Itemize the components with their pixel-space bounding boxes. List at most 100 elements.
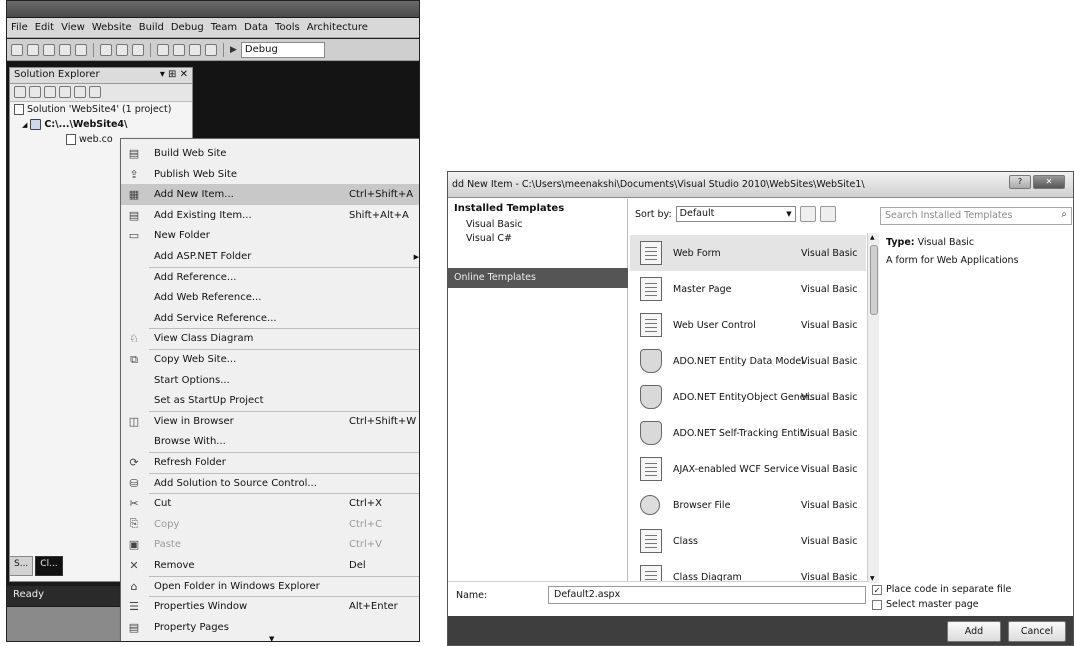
select-master-option[interactable]: Select master page: [872, 597, 1011, 612]
tree-solution[interactable]: Solution 'WebSite4' (1 project): [10, 102, 192, 117]
menu-item-open-folder-in-windows-explorer[interactable]: ⌂ Open Folder in Windows Explorer: [121, 576, 419, 597]
menu-item-properties-window[interactable]: ☰ Properties Window Alt+Enter: [121, 596, 419, 617]
open-file-icon[interactable]: [43, 43, 55, 56]
menu-item-publish-web-site[interactable]: ⇪ Publish Web Site: [121, 164, 419, 185]
menu-item-label: Start Options...: [154, 374, 230, 386]
menu-item-refresh-folder[interactable]: ⟳ Refresh Folder: [121, 452, 419, 473]
place-code-checkbox[interactable]: ✓: [872, 584, 882, 595]
menu-item-remove[interactable]: ✕ Remove Del: [121, 555, 419, 576]
properties-toolbar-icon[interactable]: [14, 86, 26, 98]
sort-by-value: Default: [679, 208, 715, 219]
menu-item-new-folder[interactable]: ▭ New Folder: [121, 225, 419, 246]
menu-item-add-reference[interactable]: Add Reference...: [121, 267, 419, 288]
add-item-icon[interactable]: [27, 43, 39, 56]
redo-icon[interactable]: [173, 43, 185, 56]
save-all-icon[interactable]: [75, 43, 87, 56]
menu-item-paste[interactable]: ▣ Paste Ctrl+V: [121, 534, 419, 555]
menu-debug[interactable]: Debug: [171, 22, 204, 33]
scroll-down-icon[interactable]: ▼: [870, 575, 875, 582]
tab-class-view[interactable]: Cl...: [35, 556, 63, 576]
list-view-icon[interactable]: [799, 206, 816, 222]
menu-website[interactable]: Website: [92, 22, 132, 33]
copy-toolbar-icon[interactable]: [116, 43, 128, 56]
menu-item-label: Add ASP.NET Folder: [154, 251, 252, 262]
select-master-checkbox[interactable]: [872, 599, 882, 610]
template-item-master-page[interactable]: Master Page Visual Basic: [630, 271, 866, 307]
nest-files-icon[interactable]: [59, 86, 71, 98]
template-item-ado-net-entityobject-gener[interactable]: ADO.NET EntityObject Gener... Visual Basi…: [630, 379, 866, 415]
menu-item-start-options[interactable]: Start Options...: [121, 370, 419, 391]
scroll-thumb[interactable]: [870, 245, 878, 315]
tree-project[interactable]: ◢ C:\...\WebSite4\: [10, 117, 192, 132]
new-project-icon[interactable]: [11, 43, 23, 56]
help-button-icon[interactable]: ?: [1009, 175, 1031, 189]
lang-visual-basic[interactable]: Visual Basic: [448, 219, 627, 233]
cut-toolbar-icon[interactable]: [100, 43, 112, 56]
panel-pin-close-icon[interactable]: ▾ ⊞ ✕: [160, 69, 188, 82]
menu-item-shortcut: Del: [349, 560, 366, 571]
menu-item-add-service-reference[interactable]: Add Service Reference...: [121, 308, 419, 329]
refresh-toolbar-icon[interactable]: [44, 86, 56, 98]
menu-item-copy-web-site[interactable]: ⧉ Copy Web Site...: [121, 349, 419, 370]
scroll-up-icon[interactable]: ▲: [870, 234, 875, 241]
menu-scroll-down-icon[interactable]: ▼: [269, 635, 274, 641]
menu-item-copy[interactable]: ⎘ Copy Ctrl+C: [121, 514, 419, 535]
template-item-ajax-enabled-wcf-service[interactable]: AJAX-enabled WCF Service Visual Basic: [630, 451, 866, 487]
start-debug-icon[interactable]: ▶: [230, 45, 237, 55]
menu-item-add-asp-net-folder[interactable]: Add ASP.NET Folder ▶: [121, 246, 419, 267]
menu-file[interactable]: File: [11, 22, 28, 33]
menu-team[interactable]: Team: [211, 22, 237, 33]
templates-scrollbar[interactable]: ▲ ▼: [867, 233, 879, 583]
web-config-icon[interactable]: [89, 86, 101, 98]
lang-visual-csharp[interactable]: Visual C#: [448, 233, 627, 247]
menu-item-view-class-diagram[interactable]: ♘ View Class Diagram: [121, 328, 419, 349]
search-templates-input[interactable]: Search Installed Templates ⌕: [880, 207, 1072, 225]
online-templates-item[interactable]: Online Templates: [448, 268, 628, 288]
undo-icon[interactable]: [157, 43, 169, 56]
search-icon[interactable]: ⌕: [1061, 209, 1067, 220]
menu-item-add-new-item[interactable]: ▦ Add New Item... Ctrl+Shift+A: [121, 184, 419, 206]
menu-item-cut[interactable]: ✂ Cut Ctrl+X: [121, 493, 419, 514]
installed-templates-heading[interactable]: Installed Templates: [448, 199, 627, 219]
file-label: web.co: [79, 134, 113, 145]
menu-architecture[interactable]: Architecture: [307, 22, 368, 33]
show-all-files-icon[interactable]: [29, 86, 41, 98]
save-icon[interactable]: [59, 43, 71, 56]
solution-explorer-title: Solution Explorer: [14, 69, 100, 80]
menu-item-add-solution-to-source-control[interactable]: ⛁ Add Solution to Source Control...: [121, 473, 419, 494]
menu-build[interactable]: Build: [139, 22, 164, 33]
menu-item-add-existing-item[interactable]: ▤ Add Existing Item... Shift+Alt+A: [121, 205, 419, 226]
sort-by-select[interactable]: Default ▼: [675, 206, 796, 222]
add-button[interactable]: Add: [947, 621, 1001, 642]
close-icon[interactable]: ✕: [1033, 175, 1065, 189]
tab-solution-explorer[interactable]: S...: [9, 556, 34, 576]
view-designer-icon[interactable]: [74, 86, 86, 98]
template-item-ado-net-entity-data-model[interactable]: ADO.NET Entity Data Model Visual Basic: [630, 343, 866, 379]
menu-item-label: Refresh Folder: [154, 457, 226, 468]
menu-edit[interactable]: Edit: [35, 22, 54, 33]
menu-item-browse-with[interactable]: Browse With...: [121, 431, 419, 452]
menu-data[interactable]: Data: [244, 22, 268, 33]
menu-view[interactable]: View: [61, 22, 85, 33]
template-item-web-form[interactable]: Web Form Visual Basic: [630, 235, 866, 271]
place-code-option[interactable]: ✓ Place code in separate file: [872, 582, 1011, 597]
navigate-back-icon[interactable]: [189, 43, 201, 56]
collapse-arrow-icon[interactable]: ◢: [22, 121, 27, 129]
name-row: Name: Default2.aspx: [448, 581, 868, 609]
template-item-browser-file[interactable]: Browser File Visual Basic: [630, 487, 866, 523]
menu-item-label: Paste: [154, 539, 181, 551]
template-item-web-user-control[interactable]: Web User Control Visual Basic: [630, 307, 866, 343]
paste-toolbar-icon[interactable]: [132, 43, 144, 56]
menu-item-view-in-browser[interactable]: ◫ View in Browser Ctrl+Shift+W: [121, 411, 419, 432]
menu-item-set-as-startup-project[interactable]: Set as StartUp Project: [121, 390, 419, 411]
template-item-class[interactable]: Class Visual Basic: [630, 523, 866, 559]
name-input[interactable]: Default2.aspx: [548, 586, 866, 604]
menu-item-add-web-reference[interactable]: Add Web Reference...: [121, 287, 419, 308]
menu-item-build-web-site[interactable]: ▤ Build Web Site: [121, 143, 419, 164]
small-icons-view-icon[interactable]: [819, 206, 836, 222]
solution-config-select[interactable]: Debug: [240, 41, 325, 58]
template-item-ado-net-self-tracking-entit[interactable]: ADO.NET Self-Tracking Entit... Visual Bas…: [630, 415, 866, 451]
menu-tools[interactable]: Tools: [275, 22, 300, 33]
cancel-button[interactable]: Cancel: [1008, 621, 1066, 642]
navigate-forward-icon[interactable]: [205, 43, 217, 56]
